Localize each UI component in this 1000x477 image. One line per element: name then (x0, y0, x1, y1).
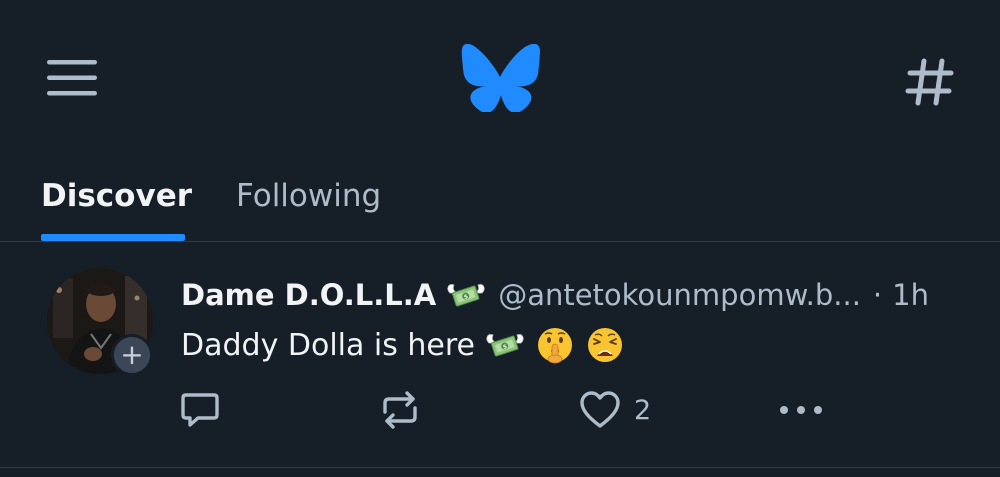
feed-post[interactable]: + Dame D.O.L.L.A $ @antetokounmpomw.b...… (0, 242, 1000, 468)
avatar-container: + (47, 268, 155, 380)
hamburger-menu-icon (47, 60, 97, 96)
repost-arrows-icon (383, 391, 417, 429)
post-body: Daddy Dolla is here $ (181, 322, 971, 368)
more-options-button[interactable] (776, 382, 826, 438)
post-actions: 2 (0, 382, 1000, 438)
heart-icon (580, 391, 620, 428)
post-text: Daddy Dolla is here (181, 327, 476, 363)
hashtag-icon (905, 58, 954, 106)
active-tab-indicator (41, 234, 185, 241)
top-bar (0, 0, 1000, 150)
shushing-face-emoji-icon (538, 328, 573, 364)
post-timestamp[interactable]: 1h (892, 278, 929, 312)
feeds-button[interactable] (898, 50, 962, 114)
tab-following[interactable]: Following (236, 150, 381, 241)
follow-plus-button[interactable]: + (111, 334, 153, 376)
author-display-name[interactable]: Dame D.O.L.L.A (181, 278, 436, 312)
plus-icon: + (120, 338, 144, 371)
like-count: 2 (634, 394, 652, 426)
tab-discover[interactable]: Discover (41, 150, 192, 241)
post-header: Dame D.O.L.L.A $ @antetokounmpomw.b... ·… (181, 274, 971, 316)
like-button[interactable]: 2 (578, 382, 651, 438)
repost-button[interactable] (378, 382, 422, 438)
author-handle[interactable]: @antetokounmpomw.b... (498, 278, 861, 312)
flying-money-emoji-icon: $ (447, 284, 485, 307)
flying-money-emoji-icon: $ (486, 334, 524, 357)
app-logo[interactable] (458, 42, 542, 114)
meta-separator: · (872, 278, 883, 312)
speech-bubble-icon (181, 393, 219, 427)
menu-button[interactable] (40, 50, 104, 106)
weary-face-emoji-icon (588, 328, 623, 362)
reply-button[interactable] (178, 382, 222, 438)
app-root: Discover Following + Dame D.O.L.L.A $ @a… (0, 0, 1000, 477)
more-dots-icon (780, 406, 822, 414)
butterfly-logo-icon (461, 44, 540, 112)
feed-tabs: Discover Following (0, 150, 1000, 242)
